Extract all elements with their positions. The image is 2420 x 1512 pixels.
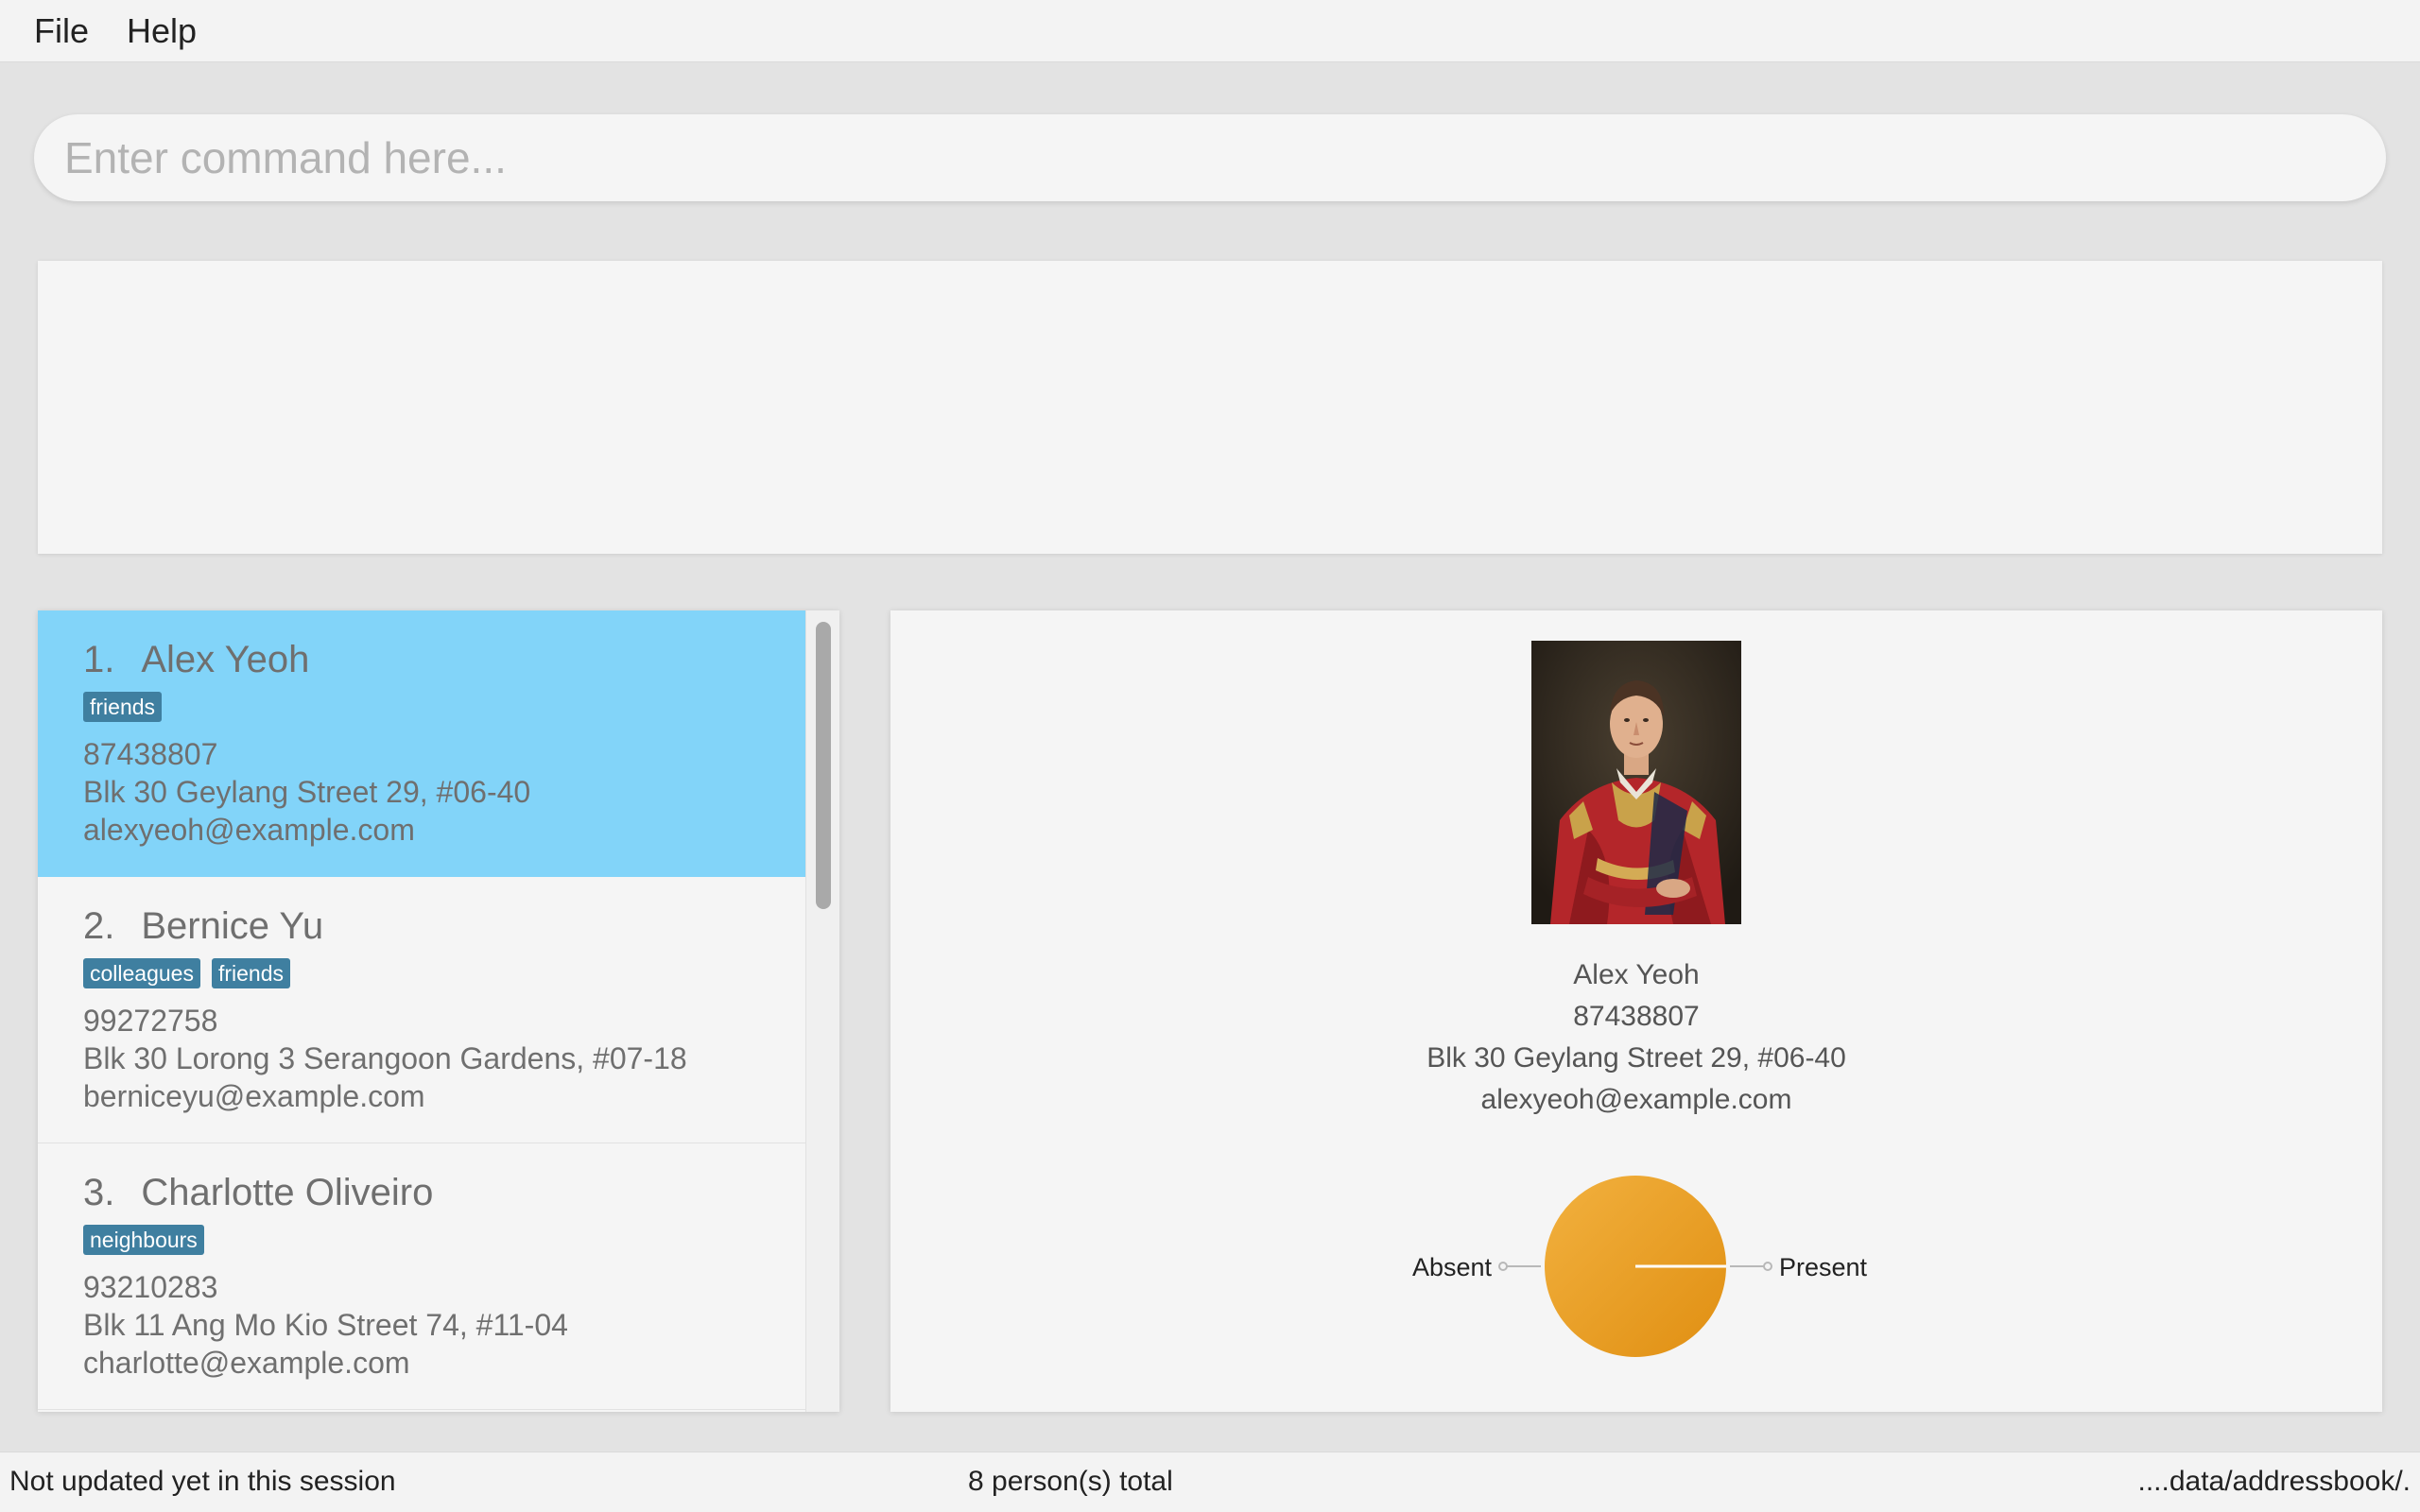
- person-tags: friends: [83, 692, 805, 726]
- person-card-header: 1. Alex Yeoh: [83, 635, 805, 684]
- menu-help[interactable]: Help: [127, 0, 197, 62]
- attendance-pie-chart: Absent Present: [1412, 1176, 1868, 1357]
- person-phone: 99272758: [83, 1004, 218, 1038]
- person-email: alexyeoh@example.com: [83, 813, 415, 847]
- person-list: 1. Alex Yeoh friends 87438807 Blk 30 Gey…: [38, 610, 805, 1412]
- menu-file[interactable]: File: [34, 0, 89, 62]
- command-box[interactable]: [34, 114, 2386, 201]
- person-list-panel: 1. Alex Yeoh friends 87438807 Blk 30 Gey…: [38, 610, 839, 1412]
- list-scrollbar[interactable]: [805, 610, 839, 1412]
- person-index: 3.: [83, 1172, 115, 1213]
- pie-label-absent: Absent: [1412, 1253, 1493, 1281]
- command-input[interactable]: [62, 131, 2386, 184]
- person-card-header: 3. Charlotte Oliveiro: [83, 1168, 805, 1217]
- pie-group: Absent Present: [1412, 1176, 1868, 1357]
- list-scrollbar-thumb[interactable]: [816, 622, 831, 909]
- person-phone: 87438807: [83, 737, 218, 771]
- person-email: charlotte@example.com: [83, 1346, 410, 1380]
- person-tags: neighbours: [83, 1225, 805, 1259]
- status-bar: Not updated yet in this session 8 person…: [0, 1452, 2420, 1512]
- person-name: Charlotte Oliveiro: [141, 1172, 434, 1213]
- menu-bar: File Help: [0, 0, 2420, 62]
- pie-leader-dot: [1498, 1262, 1508, 1271]
- total-persons: 8 person(s) total: [968, 1466, 1173, 1497]
- person-name: Bernice Yu: [141, 905, 324, 947]
- tag-badge: colleagues: [83, 958, 200, 988]
- person-address: Blk 30 Geylang Street 29, #06-40: [83, 775, 531, 809]
- result-display[interactable]: [38, 261, 2382, 554]
- person-card-2[interactable]: 2. Bernice Yu colleagues friends 9927275…: [38, 877, 805, 1143]
- person-address: Blk 11 Ang Mo Kio Street 74, #11-04: [83, 1308, 568, 1342]
- tag-badge: friends: [83, 692, 163, 722]
- sync-status: Not updated yet in this session: [9, 1466, 396, 1497]
- tag-badge: friends: [211, 958, 291, 988]
- tag-badge: neighbours: [83, 1225, 204, 1255]
- person-address: Blk 30 Lorong 3 Serangoon Gardens, #07-1…: [83, 1041, 687, 1075]
- person-card-1[interactable]: 1. Alex Yeoh friends 87438807 Blk 30 Gey…: [38, 610, 805, 877]
- person-email: berniceyu@example.com: [83, 1079, 425, 1113]
- person-phone: 93210283: [83, 1270, 218, 1304]
- person-tags: colleagues friends: [83, 958, 805, 992]
- person-detail-panel: Alex Yeoh 87438807 Blk 30 Geylang Street…: [890, 610, 2382, 1412]
- pie-label-present: Present: [1779, 1253, 1868, 1281]
- pie-leader-dot: [1763, 1262, 1772, 1271]
- person-name: Alex Yeoh: [141, 639, 310, 680]
- person-card-3[interactable]: 3. Charlotte Oliveiro neighbours 9321028…: [38, 1143, 805, 1410]
- person-index: 1.: [83, 639, 115, 680]
- save-location: ....data/addressbook/.: [2137, 1466, 2411, 1497]
- person-index: 2.: [83, 905, 115, 947]
- person-card-header: 2. Bernice Yu: [83, 902, 805, 951]
